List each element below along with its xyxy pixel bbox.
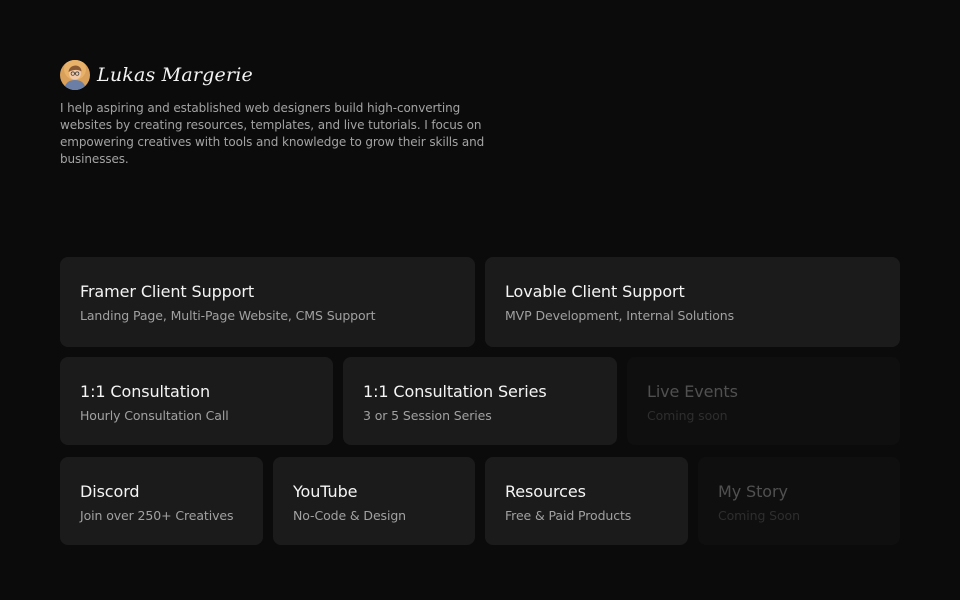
card-subtitle: Coming soon bbox=[647, 408, 728, 423]
avatar bbox=[60, 60, 90, 90]
consultation-card[interactable]: 1:1 Consultation Hourly Consultation Cal… bbox=[60, 357, 333, 445]
card-subtitle: Join over 250+ Creatives bbox=[80, 508, 234, 523]
card-title: Framer Client Support bbox=[80, 282, 255, 301]
lovable-client-support-card[interactable]: Lovable Client Support MVP Development, … bbox=[485, 257, 900, 347]
my-story-card: My Story Coming Soon bbox=[698, 457, 900, 545]
card-subtitle: MVP Development, Internal Solutions bbox=[505, 308, 735, 323]
page: Lukas Margerie I help aspiring and estab… bbox=[0, 0, 960, 600]
card-subtitle: Coming Soon bbox=[718, 508, 800, 523]
resources-card[interactable]: Resources Free & Paid Products bbox=[485, 457, 688, 545]
card-title: Live Events bbox=[647, 382, 738, 401]
card-title: YouTube bbox=[293, 482, 358, 501]
card-title: My Story bbox=[718, 482, 788, 501]
live-events-card: Live Events Coming soon bbox=[627, 357, 900, 445]
profile-header: Lukas Margerie bbox=[60, 60, 490, 90]
card-subtitle: No-Code & Design bbox=[293, 508, 406, 523]
consultation-series-card[interactable]: 1:1 Consultation Series 3 or 5 Session S… bbox=[343, 357, 617, 445]
card-subtitle: Hourly Consultation Call bbox=[80, 408, 229, 423]
card-title: Lovable Client Support bbox=[505, 282, 685, 301]
card-title: 1:1 Consultation bbox=[80, 382, 210, 401]
card-subtitle: 3 or 5 Session Series bbox=[363, 408, 492, 423]
card-title: Discord bbox=[80, 482, 140, 501]
card-title: Resources bbox=[505, 482, 586, 501]
framer-client-support-card[interactable]: Framer Client Support Landing Page, Mult… bbox=[60, 257, 475, 347]
youtube-card[interactable]: YouTube No-Code & Design bbox=[273, 457, 475, 545]
profile-section: Lukas Margerie I help aspiring and estab… bbox=[60, 60, 490, 168]
card-title: 1:1 Consultation Series bbox=[363, 382, 547, 401]
card-subtitle: Landing Page, Multi-Page Website, CMS Su… bbox=[80, 308, 376, 323]
card-subtitle: Free & Paid Products bbox=[505, 508, 632, 523]
profile-name: Lukas Margerie bbox=[97, 64, 253, 86]
profile-bio: I help aspiring and established web desi… bbox=[60, 101, 485, 166]
discord-card[interactable]: Discord Join over 250+ Creatives bbox=[60, 457, 263, 545]
